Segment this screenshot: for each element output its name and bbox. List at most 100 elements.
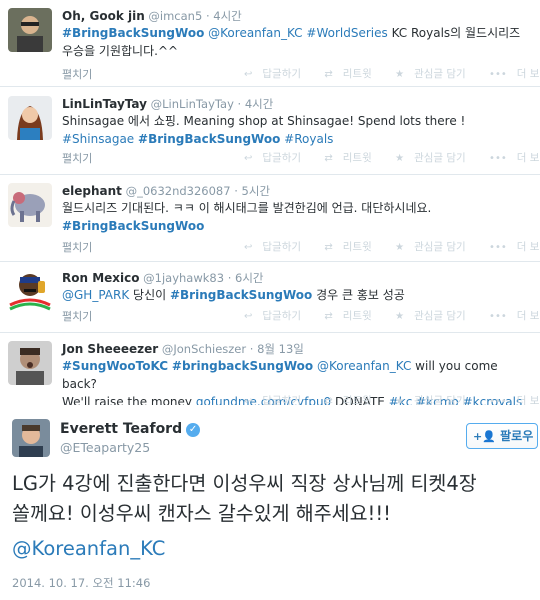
tweet-time[interactable]: 6시간 (235, 271, 263, 285)
retweet-label: 리트윗 (342, 68, 372, 80)
tweet-line: @GH_PARK 당신이 #BringBackSungWoo 경우 큰 홍보 성… (62, 286, 532, 304)
star-icon: ★ (395, 153, 405, 164)
reply-button[interactable]: ↩ 답글하기 (244, 66, 311, 81)
favorite-button[interactable]: ★ 관심글 담기 (395, 308, 476, 323)
follow-button[interactable]: +👤 팔로우 (466, 423, 538, 449)
more-icon: ••• (489, 69, 507, 80)
tweet-time[interactable]: 4시간 (213, 9, 241, 23)
more-button[interactable]: ••• 더 보기 (489, 239, 540, 254)
more-label: 더 보기 (516, 152, 540, 164)
hashtag-link[interactable]: #BringBackSungWoo (62, 26, 204, 40)
favorite-button[interactable]: ★ 관심글 담기 (395, 150, 476, 165)
tweet-line: 우승을 기원합니다.^^ (62, 42, 532, 60)
hashtag-link[interactable]: #WorldSeries (306, 26, 387, 40)
follow-user-icon: +👤 (473, 430, 496, 443)
verified-badge-icon: ✓ (186, 423, 201, 437)
tweet-line: #SungWooToKC #bringbackSungWoo @Koreanfa… (62, 357, 532, 393)
avatar[interactable] (8, 8, 52, 52)
author-name[interactable]: Jon Sheeeezer (62, 342, 158, 356)
favorite-button[interactable]: ★ 관심글 담기 (395, 239, 476, 254)
tweet-line: #Shinsagae #BringBackSungWoo #Royals (62, 130, 532, 148)
retweet-icon: ⇄ (324, 311, 333, 322)
author-handle[interactable]: @JonSchieszer (162, 342, 246, 356)
reply-label: 답글하기 (262, 152, 302, 164)
hashtag-link[interactable]: #Shinsagae (62, 132, 134, 146)
reply-button[interactable]: ↩ 답글하기 (244, 308, 311, 323)
author-name[interactable]: Ron Mexico (62, 271, 140, 285)
author-name[interactable]: Oh, Gook jin (62, 9, 145, 23)
retweet-button[interactable]: ⇄ 리트윗 (324, 308, 381, 323)
avatar[interactable] (8, 341, 52, 385)
expand-link[interactable]: 펼치기 (62, 66, 92, 82)
expand-link[interactable]: 펼치기 (62, 150, 92, 166)
hashtag-link[interactable]: #Royals (284, 132, 333, 146)
author-handle[interactable]: @imcan5 (148, 9, 202, 23)
mention-link[interactable]: @Koreanfan_KC (12, 537, 165, 560)
tweet-timestamp: 2014. 10. 17. 오전 11:46 (12, 576, 151, 590)
expanded-tweet: Everett Teaford ✓ @ETeaparty25 +👤 팔로우 LG가… (0, 405, 540, 600)
tweet-line: Shinsagae 에서 쇼핑. Meaning shop at Shinsag… (62, 112, 532, 130)
reply-button[interactable]: ↩ 답글하기 (244, 150, 311, 165)
tweet-time[interactable]: 5시간 (242, 184, 270, 198)
more-button[interactable]: ••• 더 보기 (489, 150, 540, 165)
tweet-actions: ↩ 답글하기 ⇄ 리트윗 ★ 관심글 담기 ••• 더 보기 (244, 66, 540, 81)
retweet-icon: ⇄ (324, 242, 333, 253)
author-handle[interactable]: @1jayhawk83 (143, 271, 224, 285)
tweet-time[interactable]: 8월 13일 (257, 342, 304, 356)
reply-icon: ↩ (244, 242, 253, 253)
more-icon: ••• (489, 242, 507, 253)
author-handle[interactable]: @_0632nd326087 (126, 184, 231, 198)
more-button[interactable]: ••• 더 보기 (489, 308, 540, 323)
retweet-icon: ⇄ (324, 69, 333, 80)
retweet-icon: ⇄ (324, 153, 333, 164)
avatar[interactable] (8, 96, 52, 140)
reply-button[interactable]: ↩ 답글하기 (244, 239, 311, 254)
tweet-actions: ↩ 답글하기 ⇄ 리트윗 ★ 관심글 담기 ••• 더 보기 (244, 150, 540, 165)
author-handle[interactable]: @ETeaparty25 (60, 440, 150, 455)
hashtag-link[interactable]: #SungWooToKC (62, 359, 168, 373)
retweet-label: 리트윗 (342, 310, 372, 322)
tweet[interactable]: Jon Sheeeezer @JonSchieszer · 8월 13일 #Su… (0, 333, 540, 409)
tweet-line: #BringBackSungWoo (62, 217, 532, 235)
avatar[interactable] (8, 183, 52, 227)
author-name[interactable]: LinLinTayTay (62, 97, 147, 111)
author-name[interactable]: elephant (62, 184, 122, 198)
tweet-time[interactable]: 4시간 (245, 97, 273, 111)
avatar[interactable] (8, 269, 52, 313)
mention-link[interactable]: @Koreanfan_KC (208, 26, 302, 40)
tweet-text: Shinsagae 에서 쇼핑. Meaning shop at Shinsag… (62, 112, 532, 148)
hashtag-link[interactable]: #BringBackSungWoo (138, 132, 280, 146)
hashtag-link[interactable]: #BringBackSungWoo (62, 219, 204, 233)
hashtag-link[interactable]: #bringbackSungWoo (172, 359, 313, 373)
tweet[interactable]: LinLinTayTay @LinLinTayTay · 4시간 Shinsag… (0, 87, 540, 175)
hashtag-link[interactable]: #BringBackSungWoo (170, 288, 312, 302)
tweet[interactable]: Oh, Gook jin @imcan5 · 4시간 #BringBackSun… (0, 0, 540, 87)
retweet-button[interactable]: ⇄ 리트윗 (324, 239, 381, 254)
more-icon: ••• (489, 311, 507, 322)
mention-link[interactable]: @Koreanfan_KC (317, 359, 411, 373)
more-button[interactable]: ••• 더 보기 (489, 66, 540, 81)
tweet-actions: ↩ 답글하기 ⇄ 리트윗 ★ 관심글 담기 ••• 더 보기 (244, 308, 540, 323)
more-label: 더 보기 (516, 310, 540, 322)
tweet-text-fragment: KC Royals의 월드시리즈 (387, 26, 521, 40)
more-label: 더 보기 (516, 68, 540, 80)
expand-link[interactable]: 펼치기 (62, 239, 92, 255)
author-name[interactable]: Everett Teaford (60, 421, 182, 437)
avatar[interactable] (12, 419, 50, 457)
mention-link[interactable]: @GH_PARK (62, 288, 129, 302)
retweet-button[interactable]: ⇄ 리트윗 (324, 66, 381, 81)
tweet-text-fragment: 당신이 (129, 288, 170, 302)
expand-link[interactable]: 펼치기 (62, 308, 92, 324)
favorite-button[interactable]: ★ 관심글 담기 (395, 66, 476, 81)
tweet-actions: ↩ 답글하기 ⇄ 리트윗 ★ 관심글 담기 ••• 더 보기 (244, 239, 540, 254)
follow-label: 팔로우 (500, 429, 534, 443)
tweet-line: 월드시리즈 기대된다. ㅋㅋ 이 해시태그를 발견한김에 언급. 대단하시네요. (62, 199, 532, 217)
tweet-text-fragment: 경우 큰 홍보 성공 (312, 288, 405, 302)
star-icon: ★ (395, 69, 405, 80)
author-handle[interactable]: @LinLinTayTay (151, 97, 234, 111)
retweet-label: 리트윗 (342, 241, 372, 253)
tweet[interactable]: Ron Mexico @1jayhawk83 · 6시간 @GH_PARK 당신… (0, 262, 540, 333)
tweet-line: #BringBackSungWoo @Koreanfan_KC #WorldSe… (62, 24, 532, 42)
retweet-button[interactable]: ⇄ 리트윗 (324, 150, 381, 165)
tweet[interactable]: elephant @_0632nd326087 · 5시간 월드시리즈 기대된다… (0, 175, 540, 262)
